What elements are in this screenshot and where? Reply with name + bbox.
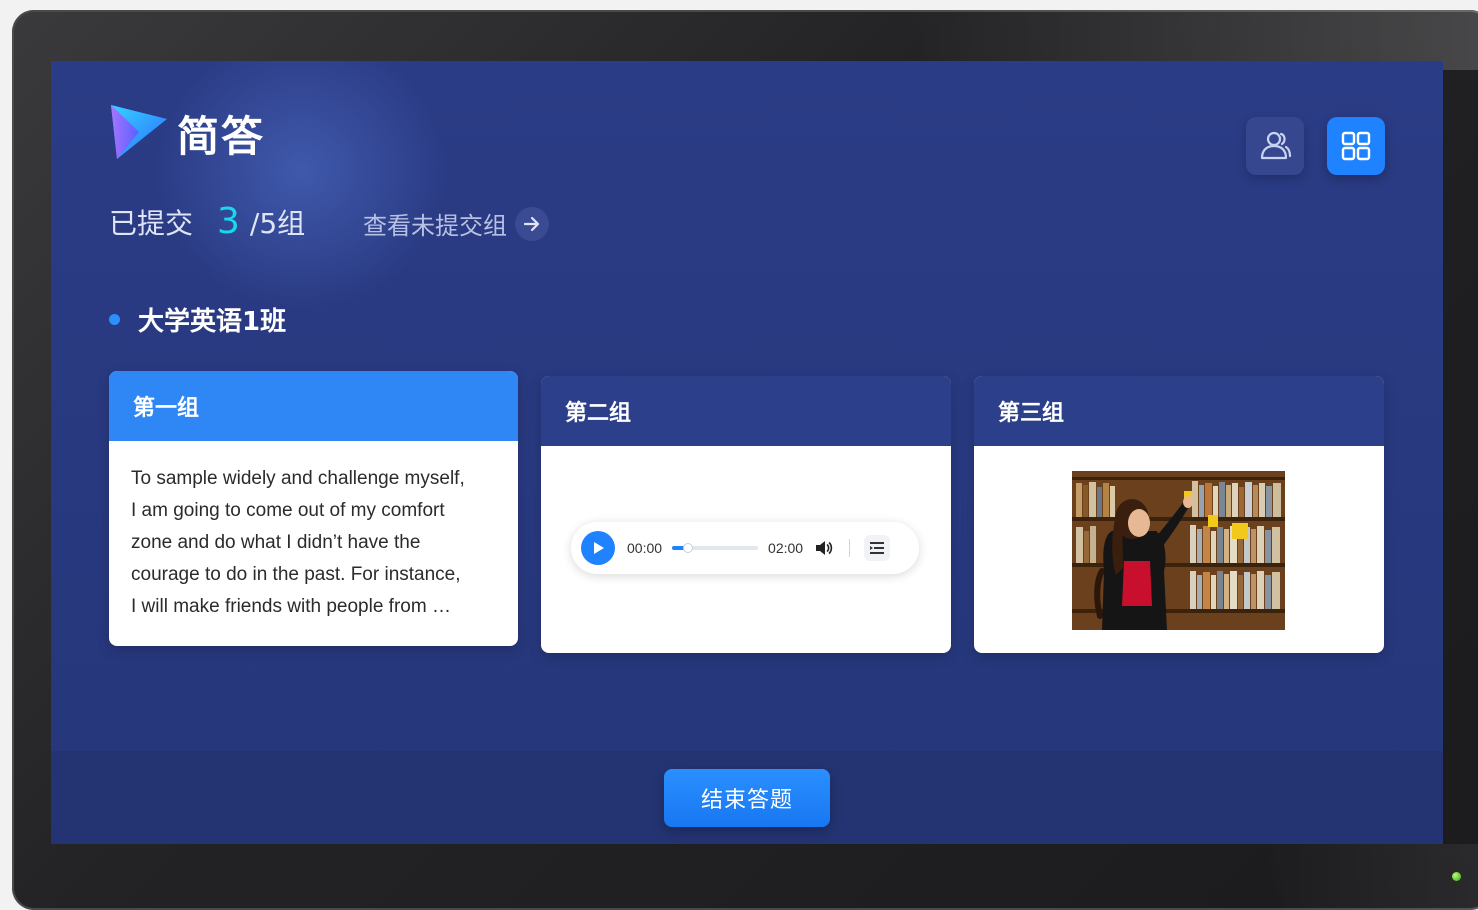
- answer-line: I will make friends with people from …: [131, 596, 451, 617]
- duration-time: 02:00: [768, 540, 804, 556]
- group-answer-text: To sample widely and challenge myself, I…: [109, 441, 518, 645]
- girl-at-bookshelf-image: [1072, 471, 1285, 630]
- grid-icon: [1341, 131, 1371, 161]
- current-time: 00:00: [627, 540, 663, 556]
- group-card-2[interactable]: 第二组 00:00 02:00: [541, 376, 951, 653]
- list-icon: [870, 542, 885, 554]
- background-glow: [141, 61, 461, 321]
- submitted-total: /5组: [249, 207, 306, 240]
- play-icon: [594, 542, 604, 554]
- group-card-1[interactable]: 第一组 To sample widely and challenge mysel…: [109, 371, 518, 646]
- answer-line: To sample widely and challenge myself,: [131, 468, 465, 489]
- members-button[interactable]: [1246, 117, 1304, 175]
- end-answering-button[interactable]: 结束答题: [664, 769, 830, 827]
- arrow-right-icon: [515, 206, 549, 241]
- play-button[interactable]: [581, 531, 615, 565]
- class-header: 大学英语1班: [109, 301, 286, 338]
- answer-photo[interactable]: [1072, 471, 1285, 630]
- playlist-menu-button[interactable]: [864, 535, 891, 561]
- answer-line: courage to do in the past. For instance,: [131, 564, 461, 585]
- app-logo-icon: [111, 105, 167, 159]
- app-screen: 简答 已提交 3 /5组 查看未提交组 大学英语1班 第一组 To sample…: [51, 61, 1443, 844]
- divider: [849, 539, 851, 557]
- page-title: 简答: [177, 112, 266, 161]
- users-icon: [1260, 131, 1292, 160]
- submitted-label: 已提交: [109, 207, 194, 240]
- power-led-icon: [1452, 872, 1461, 881]
- answer-line: I am going to come out of my comfort: [131, 500, 445, 521]
- audio-progress-slider[interactable]: [672, 543, 759, 553]
- bullet-dot-icon: [109, 314, 120, 325]
- group-card-3[interactable]: 第三组: [974, 376, 1384, 653]
- view-unsubmitted-label: 查看未提交组: [363, 212, 507, 240]
- submission-status: 已提交 3 /5组: [109, 201, 305, 242]
- volume-icon[interactable]: [815, 540, 833, 556]
- group-card-title: 第一组: [109, 371, 518, 441]
- group-card-title: 第二组: [541, 376, 951, 446]
- monitor-gloss-bottom: [1262, 844, 1478, 910]
- grid-view-button[interactable]: [1327, 117, 1385, 175]
- answer-line: zone and do what I didn’t have the: [131, 532, 421, 553]
- group-card-title: 第三组: [974, 376, 1384, 446]
- submitted-count: 3: [217, 201, 240, 242]
- audio-player: 00:00 02:00: [571, 522, 919, 574]
- view-unsubmitted-link[interactable]: 查看未提交组: [363, 206, 549, 241]
- audio-progress-handle[interactable]: [682, 543, 693, 553]
- class-name: 大学英语1班: [138, 307, 287, 337]
